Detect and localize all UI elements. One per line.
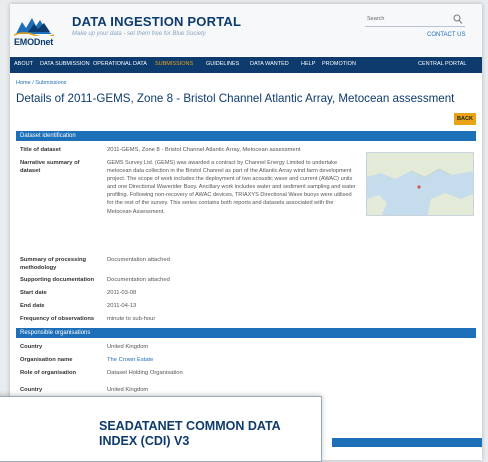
country-label: Country <box>20 344 43 350</box>
country-value: United Kingdom <box>107 344 149 350</box>
nav-item-central-portal[interactable]: CENTRAL PORTAL <box>418 61 467 67</box>
organisation-role-value: Dataset Holding Organisation <box>107 370 183 376</box>
title-of-dataset-label: Title of dataset <box>20 147 61 153</box>
country-2-label: Country <box>20 387 43 393</box>
emodnet-logo[interactable]: EMODnet <box>13 14 58 50</box>
end-date-value: 2011-04-13 <box>107 303 137 309</box>
frequency-label: Frequency of observations <box>20 316 95 322</box>
nav-item-promotion[interactable]: PROMOTION <box>322 61 356 67</box>
search-label: Search <box>367 16 385 22</box>
supporting-documentation-value: Documentation attached <box>107 277 170 283</box>
processing-methodology-label: Summary of processing methodology <box>20 257 87 271</box>
dataset-location-map[interactable] <box>366 152 474 216</box>
emodnet-logo-icon <box>13 18 55 38</box>
page-title: Details of 2011-GEMS, Zone 8 - Bristol C… <box>16 92 455 105</box>
end-date-label: End date <box>20 303 45 309</box>
nav-item-about[interactable]: ABOUT <box>14 61 33 67</box>
country-2-value: United Kingdom <box>107 387 149 393</box>
map-image <box>367 153 473 215</box>
site-header: EMODnet DATA INGESTION PORTAL Make up yo… <box>10 4 482 56</box>
nav-item-submissions[interactable]: SUBMISSIONS <box>155 61 193 67</box>
nav-item-guidelines[interactable]: GUIDELINES <box>206 61 239 67</box>
cdi-title: SEADATANET COMMON DATA INDEX (CDI) V3 <box>99 419 281 448</box>
narrative-summary-value: GEMS Survey Ltd. (GEMS) was awarded a co… <box>107 160 356 215</box>
breadcrumb[interactable]: Home / Submissions <box>16 80 66 86</box>
nav-item-data-submission[interactable]: DATA SUBMISSION <box>40 61 90 67</box>
nav-item-operational-data[interactable]: OPERATIONAL DATA <box>93 61 147 67</box>
processing-methodology-value: Documentation attached <box>107 257 170 263</box>
supporting-documentation-label: Supporting documentation <box>20 277 95 283</box>
logo-text: EMODnet <box>14 37 54 47</box>
portal-page: EMODnet DATA INGESTION PORTAL Make up yo… <box>10 4 482 460</box>
title-of-dataset-value: 2011-GEMS, Zone 8 - Bristol Channel Atla… <box>107 147 301 153</box>
start-date-label: Start date <box>20 290 47 296</box>
nav-item-data-wanted[interactable]: DATA WANTED <box>250 61 289 67</box>
start-date-value: 2011-03-08 <box>107 290 137 296</box>
cdi-overlay-card: SEADATANET COMMON DATA INDEX (CDI) V3 <box>0 396 322 462</box>
portal-tagline: Make up your data - set them free for Bl… <box>72 31 206 37</box>
narrative-summary-label: Narrative summary of dataset <box>20 160 80 174</box>
organisation-name-label: Organisation name <box>20 357 73 363</box>
responsible-organisations-header: Responsible organisations <box>16 328 476 338</box>
nav-item-help[interactable]: HELP <box>301 61 315 67</box>
search-icon[interactable] <box>453 14 463 25</box>
back-button[interactable]: BACK <box>454 113 476 125</box>
portal-title: DATA INGESTION PORTAL <box>72 14 242 29</box>
main-nav: ABOUT DATA SUBMISSION OPERATIONAL DATA S… <box>10 57 482 73</box>
organisation-name-link[interactable]: The Crown Estate <box>107 356 153 364</box>
contact-us-link[interactable]: CONTACT US <box>427 32 465 38</box>
organisation-role-label: Role of organisation <box>20 370 77 376</box>
section-bar <box>332 438 482 447</box>
frequency-value: minute to sub-hour <box>107 316 156 322</box>
dataset-identification-header: Dataset identification <box>16 131 476 141</box>
search-input[interactable]: Search <box>365 14 465 27</box>
